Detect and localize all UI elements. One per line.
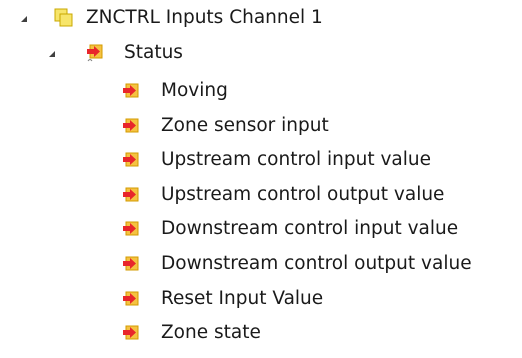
input-variable-icon: [121, 150, 141, 170]
tree-node-label: Downstream control output value: [161, 253, 472, 274]
input-variable-icon: [121, 81, 141, 101]
tree-node-variable[interactable]: Zone state: [0, 318, 520, 348]
tree-node-status[interactable]: Status: [0, 38, 300, 68]
tree-node-variable[interactable]: Downstream control input value: [0, 214, 520, 244]
tree-node-variable[interactable]: Moving: [0, 76, 520, 106]
tree-node-variable[interactable]: Reset Input Value: [0, 284, 520, 314]
input-variable-icon: [121, 289, 141, 309]
tree-node-variable[interactable]: Upstream control output value: [0, 180, 520, 210]
tree-node-label: Zone sensor input: [161, 115, 329, 136]
input-variable-icon: [121, 254, 141, 274]
tree-node-label: ZNCTRL Inputs Channel 1: [86, 7, 323, 28]
tree-node-variable[interactable]: Upstream control input value: [0, 145, 520, 175]
tree-node-label: Zone state: [161, 322, 261, 343]
tree-node-label: Status: [124, 42, 183, 63]
tree-node-label: Upstream control input value: [161, 149, 432, 170]
input-variable-icon: [121, 323, 141, 343]
tree-node-root[interactable]: ZNCTRL Inputs Channel 1: [0, 3, 420, 33]
input-variable-icon: [121, 185, 141, 205]
input-variable-icon: [121, 219, 141, 239]
input-variable-icon: [121, 116, 141, 136]
expanded-chevron-icon[interactable]: [47, 49, 57, 59]
input-variable-icon: [85, 42, 105, 62]
tree-node-label: Upstream control output value: [161, 184, 445, 205]
tree-node-variable[interactable]: Zone sensor input: [0, 111, 520, 141]
tree-node-variable[interactable]: Downstream control output value: [0, 249, 520, 279]
folder-group-icon: [54, 8, 74, 28]
tree-node-label: Downstream control input value: [161, 218, 459, 239]
tree-node-label: Moving: [161, 80, 228, 101]
tree-node-label: Reset Input Value: [161, 288, 324, 309]
variable-tree: ZNCTRL Inputs Channel 1 Status Moving Zo…: [0, 0, 522, 358]
expanded-chevron-icon[interactable]: [19, 14, 29, 24]
